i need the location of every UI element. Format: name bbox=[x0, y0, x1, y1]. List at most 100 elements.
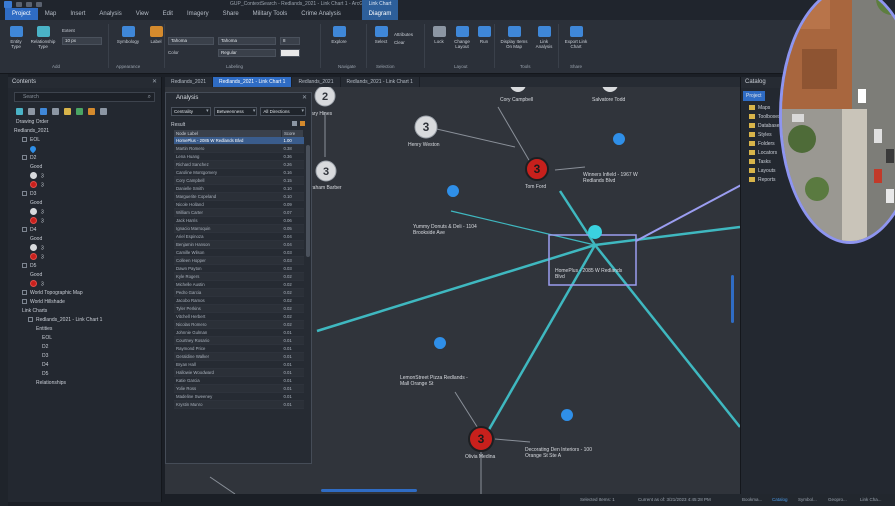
list-by-drawing-order-icon[interactable] bbox=[16, 108, 23, 115]
explore-button[interactable]: Explore bbox=[328, 26, 350, 44]
tab-military-tools[interactable]: Military Tools bbox=[246, 8, 295, 20]
table-row[interactable]: Camille Wilson 0.03 bbox=[174, 248, 304, 257]
table-row[interactable]: Nicolas Romero 0.02 bbox=[174, 320, 304, 329]
table-row[interactable]: Cory Campbell 0.15 bbox=[174, 176, 304, 185]
table-icon[interactable] bbox=[292, 121, 297, 126]
table-row[interactable]: Caroline Montgomery 0.16 bbox=[174, 168, 304, 177]
tree-item-sub[interactable]: Relationships bbox=[8, 379, 161, 388]
vertical-scrollbar[interactable] bbox=[731, 275, 734, 323]
tree-item-map[interactable]: Redlands_2021 bbox=[8, 127, 161, 136]
tab-view[interactable]: View bbox=[129, 8, 156, 20]
color-swatch[interactable] bbox=[280, 49, 300, 57]
tree-item-layer[interactable]: D2 bbox=[8, 154, 161, 163]
table-row[interactable]: Ignacio Marroquin 0.05 bbox=[174, 224, 304, 233]
table-row[interactable]: Lena Huang 0.36 bbox=[174, 152, 304, 161]
list-by-charts-icon[interactable] bbox=[100, 108, 107, 115]
close-icon[interactable]: ✕ bbox=[152, 77, 157, 88]
tree-item-text[interactable]: Good bbox=[8, 235, 161, 244]
table-row[interactable]: Courtney Rosario 0.01 bbox=[174, 336, 304, 345]
visibility-checkbox[interactable] bbox=[28, 316, 33, 322]
table-row[interactable]: Kyle Rogers 0.02 bbox=[174, 272, 304, 281]
node-person-white[interactable]: 3 bbox=[315, 160, 337, 182]
font-size-field[interactable]: 8 bbox=[280, 37, 300, 45]
save-icon[interactable] bbox=[16, 1, 22, 7]
table-row[interactable]: Johnnie Gulman 0.01 bbox=[174, 328, 304, 337]
undo-icon[interactable] bbox=[26, 1, 32, 7]
tree-item-red[interactable]: 3 bbox=[8, 217, 161, 226]
view-tab[interactable]: Redlands_2021 bbox=[165, 77, 214, 87]
map-pin-icon[interactable] bbox=[561, 409, 574, 439]
tree-item-text[interactable]: Good bbox=[8, 271, 161, 280]
pane-tab-catalog[interactable]: Catalog bbox=[772, 494, 788, 506]
tree-item-sub2[interactable]: EOL bbox=[8, 334, 161, 343]
pane-tab-bookmarks[interactable]: Bookma... bbox=[742, 494, 762, 506]
visibility-checkbox[interactable] bbox=[22, 190, 27, 196]
search-input[interactable]: Search ⌕ bbox=[14, 92, 155, 102]
tree-item-sub[interactable]: Entities bbox=[8, 325, 161, 334]
tree-item-text[interactable]: Good bbox=[8, 199, 161, 208]
close-icon[interactable]: ✕ bbox=[302, 93, 307, 104]
table-row[interactable]: Pedro Garcia 0.02 bbox=[174, 288, 304, 297]
map-pin-icon[interactable] bbox=[613, 133, 626, 163]
tree-item-layer[interactable]: World Topographic Map bbox=[8, 289, 161, 298]
list-by-labeling-icon[interactable] bbox=[76, 108, 83, 115]
entity-type-button[interactable]: Entity Type bbox=[6, 26, 26, 49]
visibility-checkbox[interactable] bbox=[22, 154, 27, 160]
tree-item-group[interactable]: Link Charts bbox=[8, 307, 161, 316]
table-row[interactable]: Vitchell Herbert 0.02 bbox=[174, 312, 304, 321]
list-by-selection-icon[interactable] bbox=[40, 108, 47, 115]
visibility-checkbox[interactable] bbox=[22, 298, 27, 304]
tree-item-sub2[interactable]: D5 bbox=[8, 370, 161, 379]
table-row[interactable]: Geraldine Walker 0.01 bbox=[174, 352, 304, 361]
link-analysis-button[interactable]: Link Analysis bbox=[532, 26, 556, 49]
pane-tab-symbology[interactable]: Symbol... bbox=[798, 494, 817, 506]
tree-item-layer[interactable]: D5 bbox=[8, 262, 161, 271]
table-row[interactable]: Jacobo Ramos 0.02 bbox=[174, 296, 304, 305]
table-row[interactable]: Ariel Espinoza 0.04 bbox=[174, 232, 304, 241]
change-layout-button[interactable]: Change Layout bbox=[450, 26, 474, 49]
column-header-node-label[interactable]: Node Label bbox=[174, 130, 282, 137]
tree-item-sub2[interactable]: D2 bbox=[8, 343, 161, 352]
tab-edit[interactable]: Edit bbox=[156, 8, 180, 20]
table-row[interactable]: Benjamin Hanson 0.04 bbox=[174, 240, 304, 249]
font-style-field[interactable]: Regular bbox=[218, 49, 276, 57]
tree-item-red[interactable]: 3 bbox=[8, 280, 161, 289]
table-row[interactable]: Hallowie Woodward 0.01 bbox=[174, 368, 304, 377]
pane-tab-link-charts[interactable]: Link Cha... bbox=[860, 494, 882, 506]
visibility-checkbox[interactable] bbox=[22, 226, 27, 232]
view-tab-active[interactable]: Redlands_2021 - Link Chart 1 bbox=[213, 77, 293, 87]
direction-dropdown[interactable]: All Directions bbox=[260, 107, 306, 116]
table-row[interactable]: Nicole Holland 0.09 bbox=[174, 200, 304, 209]
tab-crime-analysis[interactable]: Crime Analysis bbox=[294, 8, 348, 20]
label-button[interactable]: Label bbox=[146, 26, 166, 44]
table-row[interactable]: Jack Harris 0.06 bbox=[174, 216, 304, 225]
list-by-snapping-icon[interactable] bbox=[64, 108, 71, 115]
font-family-field[interactable]: Tahoma bbox=[218, 37, 276, 45]
tab-imagery[interactable]: Imagery bbox=[180, 8, 216, 20]
centrality-measure-dropdown[interactable]: Betweenness bbox=[213, 107, 258, 116]
table-row[interactable]: Krystin Munro 0.01 bbox=[174, 400, 304, 409]
table-row[interactable]: Raymond Price 0.01 bbox=[174, 344, 304, 353]
table-row[interactable]: Colleen Hopper 0.03 bbox=[174, 256, 304, 265]
tree-item-layer[interactable]: EOL bbox=[8, 136, 161, 145]
node-tom-ford[interactable]: 3 bbox=[525, 157, 549, 181]
display-items-on-map-button[interactable]: Display Items On Map bbox=[498, 26, 530, 49]
table-row[interactable]: Danielle Smith 0.10 bbox=[174, 184, 304, 193]
tree-item-red[interactable]: 3 bbox=[8, 253, 161, 262]
tab-insert[interactable]: Insert bbox=[63, 8, 92, 20]
node-olivia-medina[interactable]: 3 bbox=[468, 426, 494, 452]
tree-item-text[interactable]: Good bbox=[8, 163, 161, 172]
clear-icon[interactable] bbox=[300, 121, 305, 126]
list-by-editing-icon[interactable] bbox=[52, 108, 59, 115]
node-cory-campbell[interactable] bbox=[510, 87, 526, 92]
analysis-type-dropdown[interactable]: Centrality bbox=[171, 107, 211, 116]
tree-item-pin[interactable] bbox=[8, 144, 161, 154]
table-row[interactable]: Bryan Hall 0.01 bbox=[174, 360, 304, 369]
tree-item-white[interactable]: 3 bbox=[8, 208, 161, 217]
pane-tab-geoprocessing[interactable]: Geopro... bbox=[828, 494, 847, 506]
tree-item-sub2[interactable]: D3 bbox=[8, 352, 161, 361]
tree-item-red[interactable]: 3 bbox=[8, 181, 161, 190]
table-row[interactable]: Martin Romero 0.38 bbox=[174, 144, 304, 153]
node-salvatore-todd[interactable] bbox=[602, 87, 618, 92]
map-pin-icon[interactable] bbox=[447, 185, 460, 215]
